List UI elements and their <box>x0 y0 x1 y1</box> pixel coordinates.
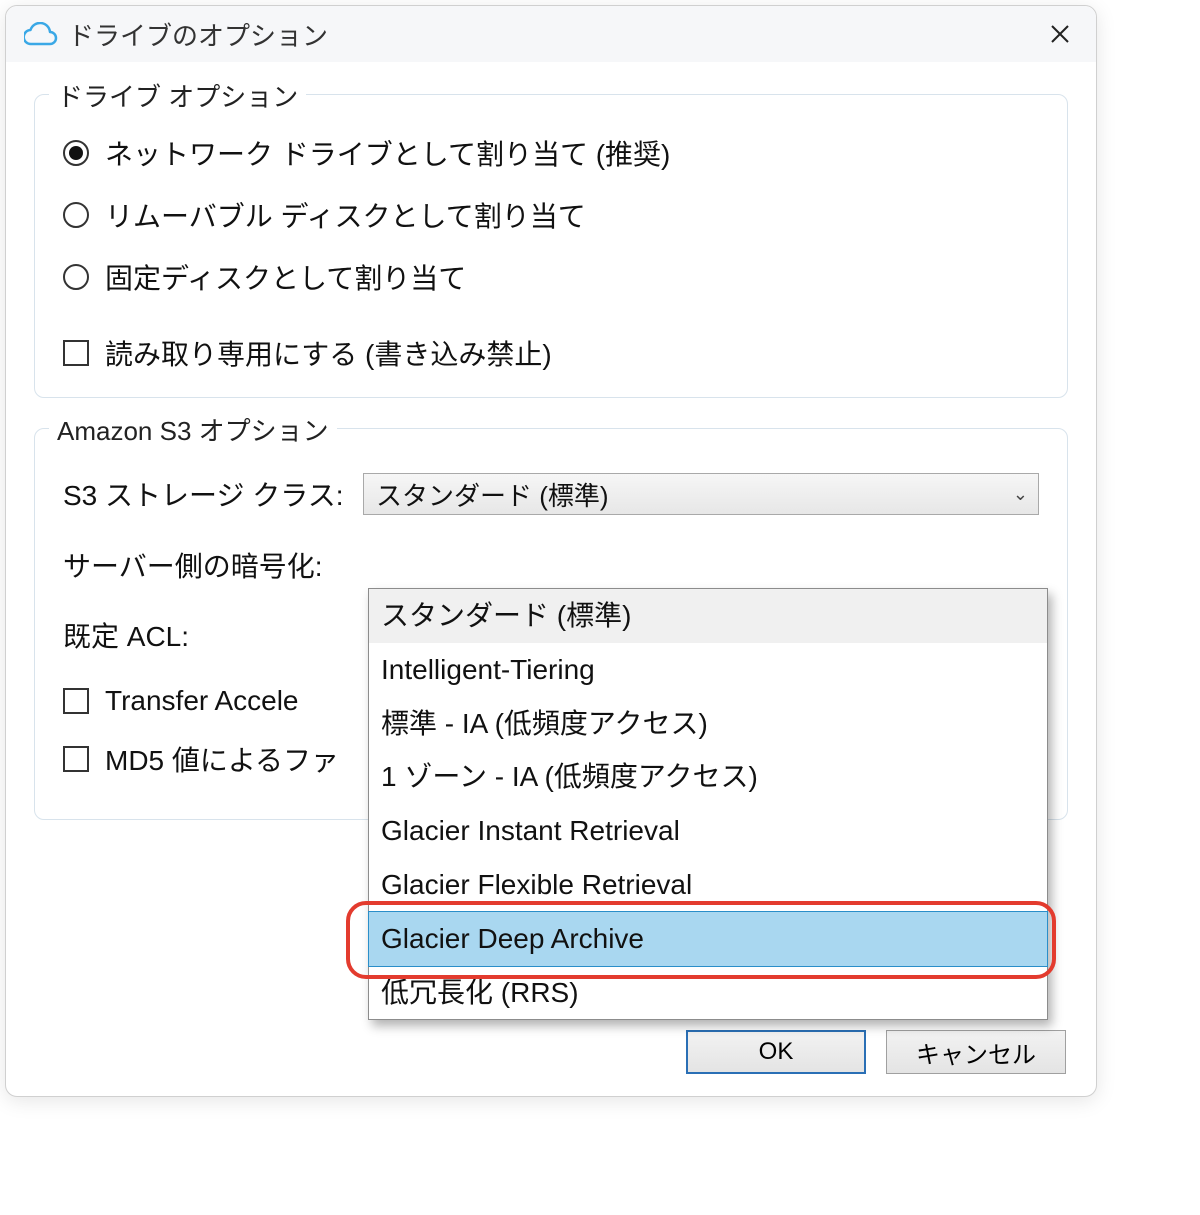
checkbox-label: 読み取り専用にする (書き込み禁止) <box>105 333 552 373</box>
checkbox-icon <box>63 688 89 714</box>
radio-label: 固定ディスクとして割り当て <box>105 257 466 297</box>
close-button[interactable] <box>1040 14 1080 54</box>
checkbox-icon <box>63 746 89 772</box>
dropdown-item[interactable]: 低冗長化 (RRS) <box>369 966 1047 1020</box>
button-label: キャンセル <box>916 1035 1036 1070</box>
dropdown-item[interactable]: 標準 - IA (低頻度アクセス) <box>369 697 1047 751</box>
radio-network-drive[interactable]: ネットワーク ドライブとして割り当て (推奨) <box>63 133 1039 173</box>
checkbox-label: Transfer Accele <box>105 685 298 717</box>
radio-icon <box>63 264 89 290</box>
storage-class-dropdown: スタンダード (標準)Intelligent-Tiering標準 - IA (低… <box>368 588 1048 1020</box>
drive-options-dialog: ドライブのオプション ドライブ オプション ネットワーク ドライブとして割り当て… <box>5 5 1097 1097</box>
radio-label: ネットワーク ドライブとして割り当て (推奨) <box>105 133 670 173</box>
checkbox-icon <box>63 340 89 366</box>
combo-value: スタンダード (標準) <box>376 476 609 513</box>
drive-options-group: ドライブ オプション ネットワーク ドライブとして割り当て (推奨) リムーバブ… <box>34 94 1068 398</box>
checkbox-label: MD5 値によるファ <box>105 739 339 779</box>
dropdown-item[interactable]: Glacier Deep Archive <box>368 911 1048 967</box>
dropdown-item[interactable]: 1 ゾーン - IA (低頻度アクセス) <box>369 750 1047 804</box>
dropdown-item[interactable]: スタンダード (標準) <box>369 589 1047 643</box>
drive-options-legend: ドライブ オプション <box>49 77 306 114</box>
ok-button[interactable]: OK <box>686 1030 866 1074</box>
storage-class-combo[interactable]: スタンダード (標準) ⌄ <box>363 473 1039 515</box>
dropdown-item[interactable]: Glacier Flexible Retrieval <box>369 858 1047 912</box>
storage-class-label: S3 ストレージ クラス: <box>63 474 363 514</box>
radio-icon <box>63 202 89 228</box>
chevron-down-icon: ⌄ <box>1013 484 1028 505</box>
titlebar: ドライブのオプション <box>6 6 1096 62</box>
dropdown-item[interactable]: Intelligent-Tiering <box>369 643 1047 697</box>
button-label: OK <box>759 1038 794 1066</box>
radio-removable-disk[interactable]: リムーバブル ディスクとして割り当て <box>63 195 1039 235</box>
encryption-label: サーバー側の暗号化: <box>63 545 363 585</box>
checkbox-readonly[interactable]: 読み取り専用にする (書き込み禁止) <box>63 333 1039 373</box>
radio-fixed-disk[interactable]: 固定ディスクとして割り当て <box>63 257 1039 297</box>
dialog-title: ドライブのオプション <box>68 16 328 53</box>
acl-label: 既定 ACL: <box>63 615 363 655</box>
cloud-icon <box>24 22 58 46</box>
radio-icon <box>63 140 89 166</box>
dropdown-item[interactable]: Glacier Instant Retrieval <box>369 804 1047 858</box>
radio-label: リムーバブル ディスクとして割り当て <box>105 195 586 235</box>
cancel-button[interactable]: キャンセル <box>886 1030 1066 1074</box>
s3-options-legend: Amazon S3 オプション <box>49 411 337 448</box>
